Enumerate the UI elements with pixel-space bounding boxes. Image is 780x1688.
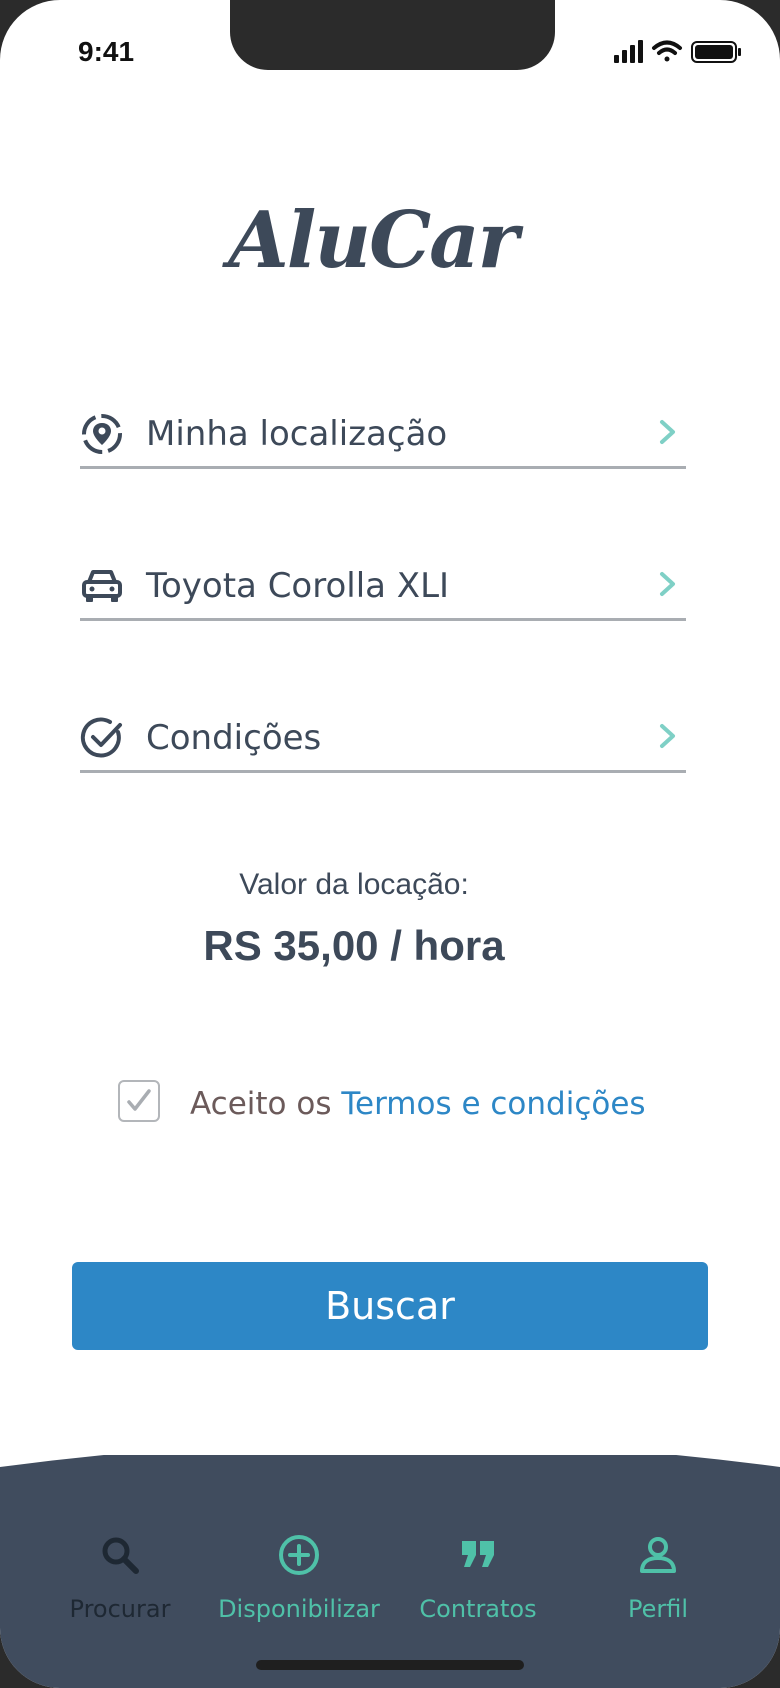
price-label: Valor da locação: (239, 868, 469, 901)
terms-link[interactable]: Termos e condições (341, 1086, 645, 1122)
conditions-field[interactable]: Condições (80, 710, 686, 773)
conditions-field-label: Condições (146, 718, 322, 758)
check-circle-icon (80, 717, 122, 758)
checkmark-icon (127, 1089, 151, 1111)
nav-item-perfil[interactable]: Perfil (568, 1533, 748, 1643)
car-icon (82, 570, 122, 602)
chevron-right-icon (660, 724, 675, 748)
quote-icon (462, 1541, 494, 1567)
car-field-label: Toyota Corolla XLI (146, 566, 450, 606)
status-icons (614, 40, 741, 63)
notch (230, 0, 555, 70)
app-logo: AluCar (228, 195, 519, 286)
nav-label-contratos: Contratos (419, 1595, 537, 1623)
search-button[interactable]: Buscar (72, 1262, 708, 1350)
terms-checkbox[interactable] (118, 1080, 160, 1122)
user-icon (640, 1537, 676, 1573)
nav-label-perfil: Perfil (627, 1595, 689, 1623)
terms-text: Aceito os Termos e condições (190, 1086, 646, 1122)
signal-icon (614, 40, 643, 63)
nav-item-procurar[interactable]: Procurar (30, 1533, 210, 1643)
location-pin-icon (82, 414, 122, 454)
nav-item-contratos[interactable]: Contratos (388, 1533, 568, 1643)
status-time: 9:41 (78, 36, 135, 67)
chevron-right-icon (660, 420, 675, 444)
battery-icon (691, 41, 741, 63)
location-field[interactable]: Minha localização (80, 406, 686, 469)
search-icon (102, 1537, 139, 1574)
location-field-label: Minha localização (146, 414, 448, 454)
nav-label-procurar: Procurar (69, 1595, 171, 1623)
nav-label-disponibilizar: Disponibilizar (218, 1595, 380, 1623)
bottom-nav: Procurar Disponibilizar Contratos Perfil (0, 1455, 780, 1688)
price-value: RS 35,00 / hora (203, 922, 505, 969)
terms-prefix: Aceito os (190, 1086, 342, 1122)
chevron-right-icon (660, 572, 675, 596)
phone-screen: 9:41 AluCar Minha localização Toyota Cor… (0, 0, 780, 1688)
car-field[interactable]: Toyota Corolla XLI (80, 558, 686, 621)
nav-item-disponibilizar[interactable]: Disponibilizar (209, 1533, 389, 1643)
add-circle-icon (279, 1535, 319, 1575)
home-indicator (256, 1660, 524, 1670)
wifi-icon (652, 40, 682, 62)
